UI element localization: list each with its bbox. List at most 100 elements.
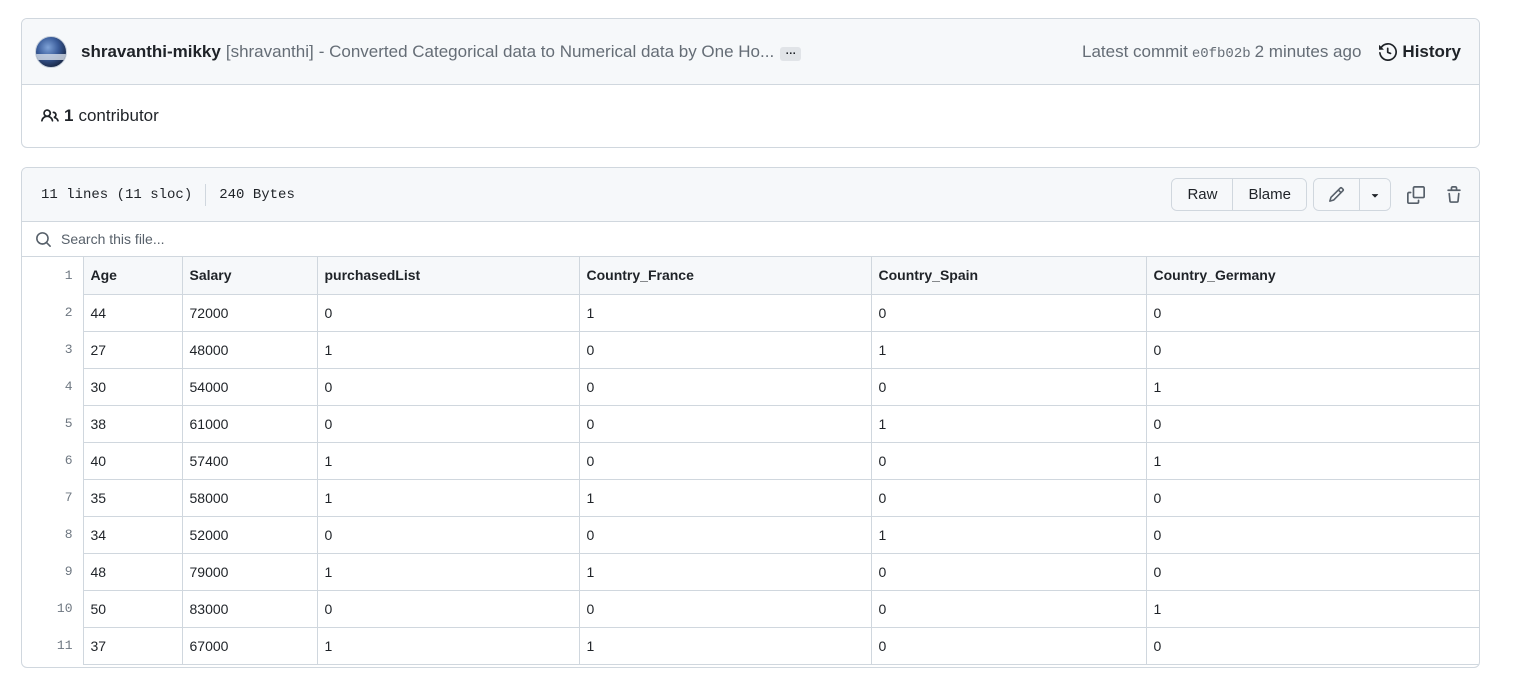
table-cell: 0 [870, 626, 1147, 665]
table-cell: 0 [1145, 552, 1479, 591]
table-cell: 0 [1145, 404, 1479, 443]
table-row: 7 35 58000 1 1 0 0 [22, 478, 1479, 517]
table-cell: 1 [1145, 589, 1479, 628]
table-cell: 1 [578, 626, 872, 665]
table-cell: 27 [82, 330, 183, 369]
table-cell: 0 [870, 552, 1147, 591]
table-cell: 52000 [181, 515, 318, 554]
line-number[interactable]: 6 [22, 442, 84, 479]
line-number[interactable]: 1 [22, 257, 84, 294]
table-cell: 0 [578, 515, 872, 554]
expand-commit-message-button[interactable]: … [780, 45, 802, 61]
table-cell: 54000 [181, 367, 318, 406]
raw-button[interactable]: Raw [1172, 179, 1233, 210]
line-number[interactable]: 9 [22, 553, 84, 590]
table-cell: 1 [316, 330, 580, 369]
table-row: 3 27 48000 1 0 1 0 [22, 330, 1479, 369]
table-cell: 0 [578, 441, 872, 480]
table-header-cell: Age [82, 257, 183, 295]
commit-message[interactable]: - Converted Categorical data to Numerica… [319, 42, 774, 62]
line-number[interactable]: 10 [22, 590, 84, 627]
table-cell: 40 [82, 441, 183, 480]
line-number[interactable]: 2 [22, 294, 84, 331]
line-number[interactable]: 11 [22, 627, 84, 664]
table-cell: 1 [1145, 441, 1479, 480]
csv-table: 1 Age Salary purchasedList Country_France Cou… [22, 257, 1479, 665]
file-box: 11 lines (11 sloc) 240 Bytes Raw Blame S… [21, 167, 1480, 668]
table-cell: 1 [316, 552, 580, 591]
line-number[interactable]: 4 [22, 368, 84, 405]
file-header: 11 lines (11 sloc) 240 Bytes Raw Blame [22, 168, 1479, 222]
table-cell: 0 [316, 515, 580, 554]
table-cell: 0 [1145, 330, 1479, 369]
table-header-cell: Country_France [578, 257, 872, 295]
pencil-icon [1329, 186, 1345, 202]
table-cell: 1 [578, 293, 872, 332]
search-input[interactable] [61, 231, 461, 247]
table-cell: 58000 [181, 478, 318, 517]
table-cell: 30 [82, 367, 183, 406]
contributor-label: contributor [78, 106, 159, 125]
latest-commit: Latest commit e0fb02b 2 minutes ago [1082, 42, 1361, 62]
table-cell: 1 [578, 552, 872, 591]
table-header-cell: Country_Spain [870, 257, 1147, 295]
table-cell: 0 [316, 367, 580, 406]
delete-button[interactable] [1441, 182, 1467, 208]
edit-button[interactable] [1314, 179, 1359, 210]
table-header-cell: purchasedList [316, 257, 580, 295]
people-icon [41, 109, 59, 122]
divider [205, 183, 207, 206]
table-cell: 0 [316, 589, 580, 628]
table-cell: 67000 [181, 626, 318, 665]
table-cell: 48 [82, 552, 183, 591]
table-row: 5 38 61000 0 0 1 0 [22, 404, 1479, 443]
table-cell: 0 [1145, 515, 1479, 554]
commit-time: 2 minutes ago [1254, 41, 1362, 61]
table-cell: 1 [316, 441, 580, 480]
file-size: 240 Bytes [219, 186, 295, 203]
table-cell: 50 [82, 589, 183, 628]
trash-icon [1447, 185, 1461, 203]
table-row: 10 50 83000 0 0 0 1 [22, 589, 1479, 628]
edit-options-button[interactable] [1359, 179, 1390, 210]
file-search [22, 222, 1479, 257]
table-cell: 0 [578, 330, 872, 369]
table-cell: 1 [316, 478, 580, 517]
avatar[interactable] [35, 35, 67, 68]
table-cell: 35 [82, 478, 183, 517]
commit-sha[interactable]: e0fb02b [1192, 46, 1251, 62]
table-row: 2 44 72000 0 1 0 0 [22, 293, 1479, 332]
table-cell: 0 [870, 441, 1147, 480]
line-number[interactable]: 5 [22, 405, 84, 442]
table-cell: 61000 [181, 404, 318, 443]
table-header-cell: Country_Germany [1145, 257, 1479, 295]
table-cell: 0 [870, 367, 1147, 406]
table-row: 8 34 52000 0 0 1 0 [22, 515, 1479, 554]
table-cell: 0 [578, 367, 872, 406]
line-number[interactable]: 3 [22, 331, 84, 368]
copy-icon [1407, 185, 1425, 204]
table-cell: 0 [578, 404, 872, 443]
table-cell: 1 [870, 404, 1147, 443]
table-cell: 57400 [181, 441, 318, 480]
line-number[interactable]: 7 [22, 479, 84, 516]
history-label: History [1402, 41, 1461, 61]
contributors-row[interactable]: 1 contributor [22, 85, 1479, 147]
latest-commit-label: Latest commit [1082, 41, 1188, 61]
table-cell: 1 [578, 478, 872, 517]
table-cell: 83000 [181, 589, 318, 628]
table-cell: 37 [82, 626, 183, 665]
table-cell: 0 [316, 293, 580, 332]
copy-button[interactable] [1403, 182, 1429, 208]
line-number[interactable]: 8 [22, 516, 84, 553]
table-cell: 1 [870, 330, 1147, 369]
table-cell: 34 [82, 515, 183, 554]
table-row: 4 30 54000 0 0 0 1 [22, 367, 1479, 406]
table-cell: 79000 [181, 552, 318, 591]
csv-table-body: 1 Age Salary purchasedList Country_France Cou… [22, 257, 1479, 665]
table-cell: 44 [82, 293, 183, 332]
edit-group [1313, 178, 1391, 211]
blame-button[interactable]: Blame [1232, 179, 1306, 210]
history-link[interactable]: History [1379, 42, 1461, 62]
commit-author[interactable]: shravanthi-mikky [81, 42, 221, 62]
